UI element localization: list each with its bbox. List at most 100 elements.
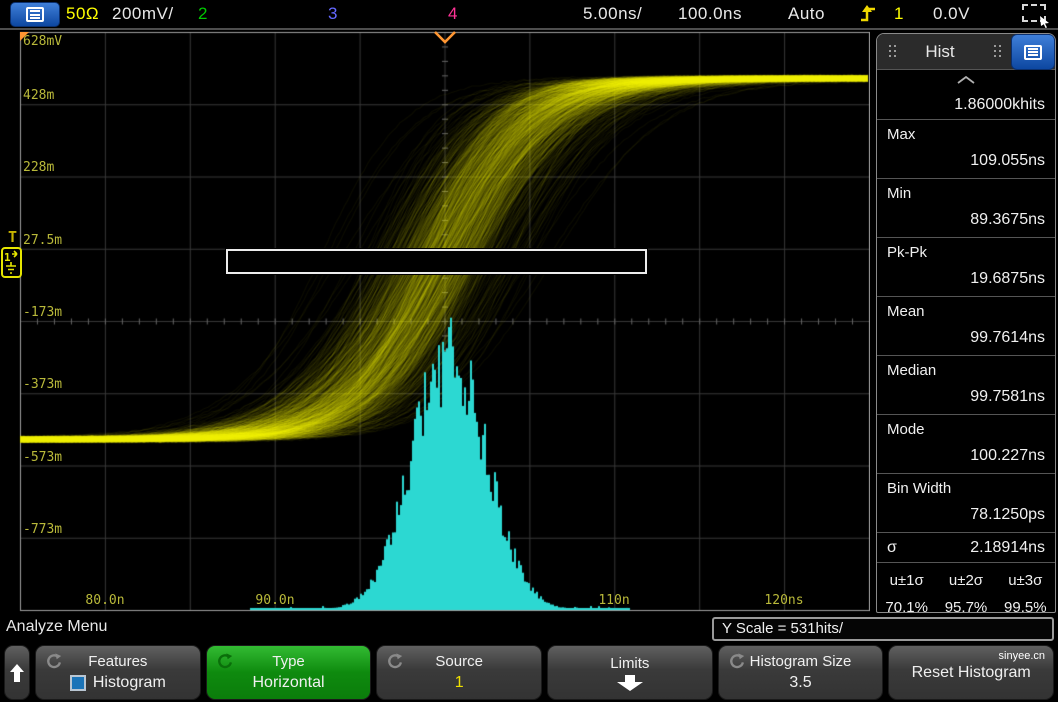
stat-value: 19.6875ns [877, 266, 1055, 296]
softkey-label: Features [88, 652, 147, 672]
softkey-label: Limits [610, 654, 649, 674]
main-menu-button[interactable] [10, 2, 60, 27]
stat-label: Max [877, 120, 1055, 148]
softkey-value: Horizontal [252, 672, 324, 694]
hits-count: 1.86000khits [877, 90, 1055, 120]
down-arrow-icon [613, 674, 647, 692]
timebase-scale[interactable]: 5.00ns/ [583, 4, 642, 24]
sigma2-value: 95.7% [936, 599, 995, 613]
stat-label: Mode [877, 415, 1055, 443]
sigma3-header: u±3σ [996, 572, 1055, 589]
sigma1-value: 70.1% [877, 599, 936, 613]
stat-value: 100.227ns [877, 443, 1055, 473]
softkey-label: Histogram Size [750, 652, 852, 672]
x-axis-label: 120ns [764, 593, 803, 608]
panel-menu-button[interactable] [1011, 34, 1055, 70]
softkey-value: Histogram [93, 672, 166, 694]
softkey-label: Type [272, 652, 305, 672]
softkey-histogram-size[interactable]: Histogram Size 3.5 [718, 645, 884, 700]
trigger-level-marker[interactable]: T [8, 228, 17, 246]
stat-label: Mean [877, 297, 1055, 325]
softkey-reset-histogram[interactable]: sinyee.cn Reset Histogram [888, 645, 1054, 700]
histogram-window-box[interactable] [226, 249, 647, 274]
y-axis-label: -373m [23, 377, 62, 392]
panel-header[interactable]: Hist [877, 34, 1055, 70]
svg-text:1: 1 [4, 251, 11, 264]
cycle-icon [728, 652, 746, 675]
stat-row-mode: Mode 100.227ns [877, 415, 1055, 474]
softkey-features[interactable]: Features Histogram [35, 645, 201, 700]
x-axis-label: 90.0n [255, 593, 294, 608]
softkey-label: Source [435, 652, 483, 672]
x-axis-label: 110n [598, 593, 629, 608]
stat-row-max: Max 109.055ns [877, 120, 1055, 179]
softkey-label: Reset Histogram [912, 663, 1031, 683]
softkey-type[interactable]: Type Horizontal [206, 645, 372, 700]
cycle-icon [386, 652, 404, 675]
ch2-button[interactable]: 2 [198, 4, 208, 24]
y-axis-label: -173m [23, 305, 62, 320]
collapse-chevron-icon[interactable] [877, 70, 1055, 90]
y-axis-label: 27.5m [23, 233, 62, 248]
sigma3-value: 99.5% [996, 599, 1055, 613]
sigma2-header: u±2σ [936, 572, 995, 589]
menu-back-button[interactable] [4, 645, 30, 700]
stat-value: 2.18914ns [970, 539, 1045, 557]
stat-value: 99.7581ns [877, 384, 1055, 414]
stat-value: 99.7614ns [877, 325, 1055, 355]
trigger-source[interactable]: 1 [894, 4, 904, 24]
drag-grip-icon[interactable] [994, 45, 1003, 59]
stat-row-sigma: σ 2.18914ns [877, 533, 1055, 563]
histogram-checkbox[interactable] [70, 675, 86, 691]
sigma-band-values: 70.1% 95.7% 99.5% [877, 594, 1055, 613]
status-bar: 50Ω 200mV/ 2 3 4 5.00ns/ 100.0ns Auto 1 … [0, 0, 1058, 30]
stat-value: 109.055ns [877, 148, 1055, 178]
trigger-level-value[interactable]: 0.0V [933, 4, 970, 24]
cycle-icon [216, 652, 234, 675]
softkey-value: 3.5 [789, 672, 811, 694]
stat-label: Min [877, 179, 1055, 207]
menu-icon [26, 7, 44, 22]
edge-trigger-icon [858, 3, 880, 30]
histogram-stats-panel: Hist 1.86000khits Max 109.055ns Min 89.3… [876, 33, 1056, 613]
y-axis-label: 428m [23, 88, 54, 103]
menu-icon [1024, 45, 1042, 60]
trigger-mode[interactable]: Auto [788, 4, 825, 24]
menu-title: Analyze Menu [6, 618, 107, 636]
up-arrow-icon [9, 663, 25, 683]
cycle-icon [45, 652, 63, 675]
stat-row-mean: Mean 99.7614ns [877, 297, 1055, 356]
stat-value: 89.3675ns [877, 207, 1055, 237]
sigma1-header: u±1σ [877, 572, 936, 589]
stat-row-pkpk: Pk-Pk 19.6875ns [877, 238, 1055, 297]
x-axis-label: 80.0n [85, 593, 124, 608]
stat-row-min: Min 89.3675ns [877, 179, 1055, 238]
stat-row-binwidth: Bin Width 78.1250ps [877, 474, 1055, 533]
sigma-band-headers: u±1σ u±2σ u±3σ [877, 567, 1055, 594]
softkey-value: 1 [455, 672, 464, 694]
timebase-delay[interactable]: 100.0ns [678, 4, 742, 24]
y-axis-label: 228m [23, 160, 54, 175]
stat-label: Bin Width [877, 474, 1055, 502]
stat-row-median: Median 99.7581ns [877, 356, 1055, 415]
y-axis-label: -773m [23, 522, 62, 537]
waveform-display: 628mV 428m 228m 27.5m -173m -373m -573m … [0, 30, 870, 615]
softkey-source[interactable]: Source 1 [376, 645, 542, 700]
softkey-limits[interactable]: Limits [547, 645, 713, 700]
softkey-menu-bar: Analyze Menu Y Scale = 531hits/ Features… [0, 615, 1058, 702]
ch1-impedance[interactable]: 50Ω [66, 4, 99, 24]
stat-value: 78.1250ps [877, 502, 1055, 532]
ch1-scale[interactable]: 200mV/ [112, 4, 174, 24]
ch3-button[interactable]: 3 [328, 4, 338, 24]
trigger-position-marker[interactable] [433, 30, 457, 44]
y-axis-label: 628mV [23, 34, 62, 49]
panel-title: Hist [898, 42, 982, 62]
oscilloscope-screen: 50Ω 200mV/ 2 3 4 5.00ns/ 100.0ns Auto 1 … [0, 0, 1058, 702]
stat-label: Median [877, 356, 1055, 384]
selection-cursor-icon[interactable] [1022, 4, 1046, 22]
persistence-waveform-canvas [0, 30, 870, 613]
ch4-button[interactable]: 4 [448, 4, 458, 24]
drag-grip-icon[interactable] [889, 45, 898, 59]
ch1-ground-marker[interactable]: 1 [1, 247, 22, 278]
y-scale-readout: Y Scale = 531hits/ [712, 617, 1054, 641]
